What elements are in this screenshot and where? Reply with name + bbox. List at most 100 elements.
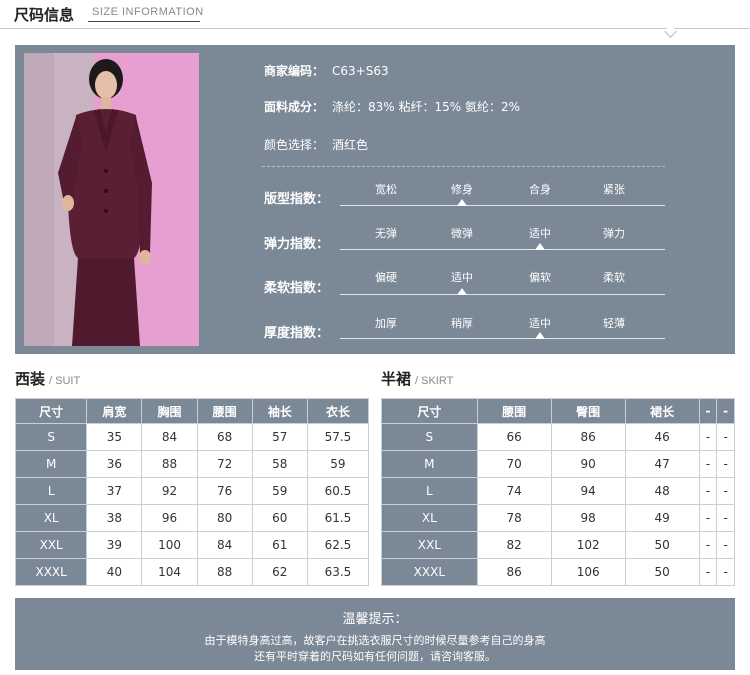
color-label: 颜色选择： (264, 138, 325, 152)
tip-title: 温馨提示： (342, 612, 408, 627)
fit-scale-line (340, 205, 665, 206)
table-cell: - (698, 504, 718, 532)
size-cell: S (14, 423, 88, 451)
skirt-title: 半裙 (381, 370, 412, 388)
fit-option: 宽松 (375, 183, 397, 196)
table-cell: - (698, 477, 718, 505)
table-cell: 102 (550, 531, 626, 559)
size-cell: XXXL (381, 558, 478, 586)
skirt-size-table: 尺寸 腰围 臀围 裙长 - - S 66 86 46 - - M 70 90 4… (381, 398, 735, 586)
size-cell: L (14, 477, 88, 505)
table-cell: 88 (196, 558, 253, 586)
table-cell: 90 (550, 450, 626, 478)
table-header-cell: 腰围 (196, 398, 253, 424)
table-row: XXL 39 100 84 61 62.5 (14, 531, 370, 559)
table-cell: 92 (141, 477, 198, 505)
info-divider (262, 166, 665, 167)
table-cell: 38 (86, 504, 143, 532)
table-cell: - (698, 531, 718, 559)
fabric-value: 涤纶：83% 粘纤：15% 氨纶：2% (332, 100, 521, 114)
suit-section-title: 西装 / SUIT (15, 368, 80, 389)
softness-index-label: 柔软指数： (264, 281, 330, 296)
table-cell: 63.5 (306, 558, 370, 586)
page-title: 尺码信息 (14, 6, 75, 24)
table-cell: 94 (550, 477, 626, 505)
size-cell: XXL (381, 531, 478, 559)
size-cell: XXXL (14, 558, 88, 586)
table-cell: 78 (476, 504, 552, 532)
page-subtitle: SIZE INFORMATION (92, 6, 204, 18)
table-cell: 86 (550, 423, 626, 451)
softness-option: 适中 (451, 271, 473, 284)
table-cell: - (716, 531, 735, 559)
table-header-cell: 袖长 (251, 398, 308, 424)
stretch-scale-line (340, 249, 665, 250)
table-cell: 70 (476, 450, 552, 478)
subtitle-underline (88, 21, 200, 22)
table-cell: 82 (476, 531, 552, 559)
table-cell: 59 (251, 477, 308, 505)
size-cell: XXL (14, 531, 88, 559)
table-cell: 100 (141, 531, 198, 559)
table-row: XL 38 96 80 60 61.5 (14, 504, 370, 532)
table-header-cell: 胸围 (141, 398, 198, 424)
table-header-cell: 肩宽 (86, 398, 143, 424)
table-cell: 57 (251, 423, 308, 451)
header-divider (0, 28, 750, 29)
table-cell: 39 (86, 531, 143, 559)
table-cell: 61 (251, 531, 308, 559)
stretch-indicator-icon (535, 243, 545, 250)
thickness-option: 轻薄 (603, 317, 625, 330)
table-row: M 70 90 47 - - (381, 450, 735, 478)
table-row: L 74 94 48 - - (381, 477, 735, 505)
product-code-label: 商家编码： (264, 64, 325, 78)
table-cell: 86 (476, 558, 552, 586)
table-cell: 60 (251, 504, 308, 532)
suit-title: 西装 (15, 370, 46, 388)
table-cell: 57.5 (306, 423, 370, 451)
fit-option: 修身 (451, 183, 473, 196)
table-cell: - (698, 423, 718, 451)
suit-subtitle: / SUIT (49, 375, 81, 387)
suit-size-table: 尺寸 肩宽 胸围 腰围 袖长 衣长 S 35 84 68 57 57.5 M 3… (14, 398, 370, 586)
stretch-option: 适中 (529, 227, 551, 240)
fabric-row: 面料成分： 涤纶：83% 粘纤：15% 氨纶：2% (264, 98, 520, 115)
fit-option: 紧张 (603, 183, 625, 196)
table-cell: 58 (251, 450, 308, 478)
table-header-cell: - (698, 398, 718, 424)
table-cell: 80 (196, 504, 253, 532)
table-cell: 59 (306, 450, 370, 478)
table-row: S 35 84 68 57 57.5 (14, 423, 370, 451)
fit-indicator-icon (457, 199, 467, 206)
softness-option: 偏软 (529, 271, 551, 284)
table-cell: 37 (86, 477, 143, 505)
table-cell: 35 (86, 423, 143, 451)
table-row: XXXL 40 104 88 62 63.5 (14, 558, 370, 586)
size-cell: S (381, 423, 478, 451)
tip-line: 由于模特身高过高，故客户在挑选衣服尺寸的时候尽量参考自己的身高 (204, 634, 546, 647)
size-cell: M (14, 450, 88, 478)
table-cell: 47 (624, 450, 700, 478)
table-cell: 88 (141, 450, 198, 478)
stretch-index-label: 弹力指数： (264, 237, 330, 252)
fabric-label: 面料成分： (264, 100, 325, 114)
stretch-option: 无弹 (375, 227, 397, 240)
table-cell: 68 (196, 423, 253, 451)
model-photo (24, 53, 199, 346)
table-cell: 98 (550, 504, 626, 532)
fit-option: 合身 (529, 183, 551, 196)
thickness-scale-line (340, 338, 665, 339)
table-row: XXXL 86 106 50 - - (381, 558, 735, 586)
table-cell: 36 (86, 450, 143, 478)
table-header-cell: 裙长 (624, 398, 700, 424)
table-cell: 84 (141, 423, 198, 451)
table-cell: - (716, 423, 735, 451)
table-cell: 48 (624, 477, 700, 505)
color-value: 酒红色 (332, 138, 369, 152)
thickness-index-label: 厚度指数： (264, 326, 330, 341)
table-cell: 74 (476, 477, 552, 505)
table-row: M 36 88 72 58 59 (14, 450, 370, 478)
table-header-cell: 腰围 (476, 398, 552, 424)
table-cell: - (716, 558, 735, 586)
size-cell: L (381, 477, 478, 505)
